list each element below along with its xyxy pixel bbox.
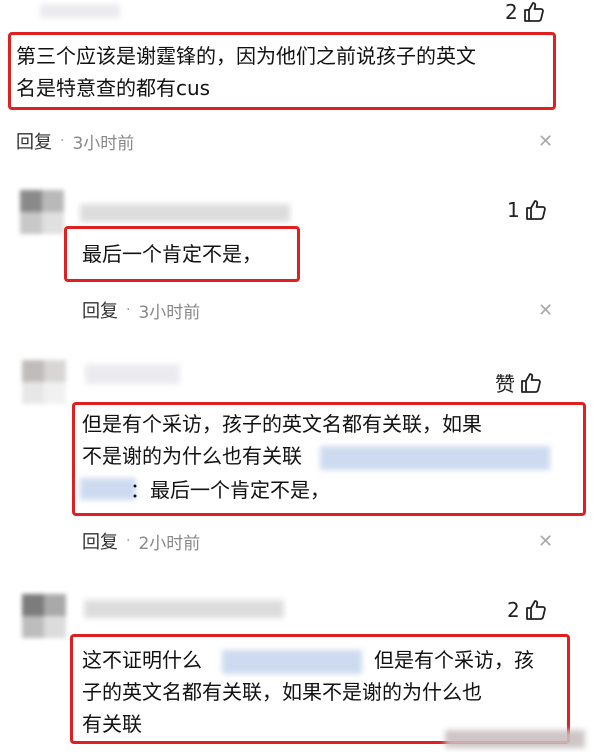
comment-text-line: ：最后一个肯定不是，: [130, 478, 330, 502]
comment-text: 最后一个肯定不是，: [82, 242, 262, 266]
username-blur: [85, 364, 180, 384]
comment-time: 3小时前: [138, 302, 201, 323]
comment-text-line: 不是谢的为什么也有关联: [82, 444, 302, 468]
watermark-blur: [445, 730, 585, 748]
comment-meta: 回复 · 3小时前: [16, 128, 134, 154]
username-blur: [84, 600, 284, 618]
avatar: [22, 594, 66, 638]
like-label: 赞: [495, 372, 515, 396]
comment-text-line: 但是有个采访，孩子的英文名都有关联，如果: [82, 412, 482, 436]
close-icon[interactable]: ✕: [538, 133, 553, 151]
like-button[interactable]: 1: [507, 198, 548, 222]
close-icon[interactable]: ✕: [538, 533, 553, 551]
like-count: 2: [507, 598, 520, 622]
comment-text-line: 子的英文名都有关联，如果不是谢的为什么也: [82, 680, 482, 704]
meta-separator: ·: [126, 533, 131, 549]
comment-meta: 回复 · 3小时前: [82, 297, 200, 323]
like-button[interactable]: 2: [505, 0, 546, 24]
close-icon[interactable]: ✕: [538, 302, 553, 320]
thumbs-up-icon: [525, 200, 546, 220]
redacted-blur: [80, 478, 136, 500]
redacted-blur: [222, 650, 362, 674]
comment-text-line: 这不证明什么: [82, 648, 202, 672]
comment-text-line: 但是有个采访，孩: [374, 648, 534, 672]
comment-text-line: 有关联: [82, 712, 142, 736]
avatar: [20, 190, 64, 234]
thumbs-up-icon: [521, 372, 541, 393]
like-count: 2: [505, 0, 518, 24]
redacted-blur: [320, 446, 550, 470]
username-blur: [40, 4, 120, 18]
reply-button[interactable]: 回复: [16, 128, 52, 154]
comment-time: 3小时前: [72, 133, 135, 154]
reply-button[interactable]: 回复: [82, 297, 118, 323]
like-count: 1: [507, 198, 520, 222]
avatar: [22, 360, 66, 404]
like-button[interactable]: 赞: [495, 368, 543, 397]
meta-separator: ·: [126, 302, 131, 318]
thumbs-up-icon: [523, 2, 544, 22]
meta-separator: ·: [60, 133, 65, 149]
thumbs-up-icon: [525, 600, 546, 620]
comment-time: 2小时前: [138, 533, 201, 554]
like-button[interactable]: 2: [507, 598, 548, 622]
comment-text: 第三个应该是谢霆锋的，因为他们之前说孩子的英文 名是特意查的都有cus: [16, 44, 476, 100]
comment-meta: 回复 · 2小时前: [82, 528, 200, 554]
reply-button[interactable]: 回复: [82, 528, 118, 554]
username-blur: [80, 204, 290, 222]
